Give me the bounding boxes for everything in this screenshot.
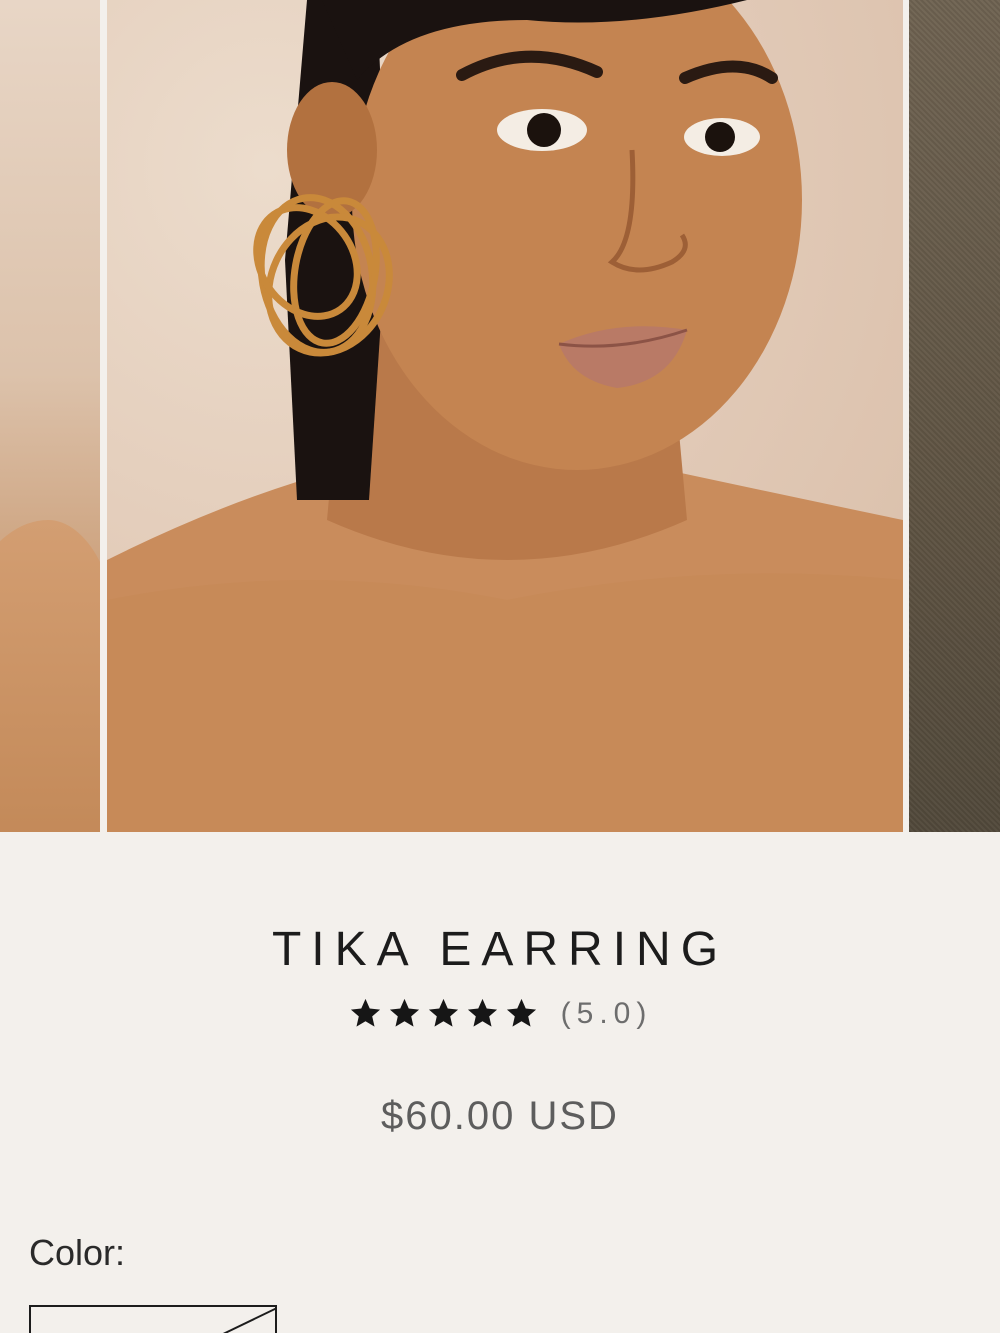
color-swatch-selected[interactable]	[29, 1305, 277, 1333]
model-shoulder-image	[0, 520, 100, 832]
product-image-gallery[interactable]	[0, 0, 1000, 832]
star-icon	[467, 998, 497, 1027]
product-rating: (5.0)	[0, 996, 1000, 1031]
model-portrait-image	[107, 0, 903, 832]
gallery-slide-next[interactable]	[909, 0, 1000, 832]
product-title: TIKA EARRING	[271, 923, 729, 976]
product-price: $60.00 USD	[381, 1094, 619, 1138]
star-icon	[350, 998, 380, 1027]
star-icon	[428, 998, 458, 1027]
product-page: TIKA EARRING (5.0) $60.00 USD Color:	[0, 0, 1000, 1333]
rating-stars[interactable]	[348, 996, 539, 1031]
gallery-slide-previous[interactable]	[0, 0, 100, 832]
star-icon	[506, 998, 536, 1027]
color-option-label: Color:	[29, 1232, 126, 1273]
swatch-diagonal-icon	[222, 1307, 275, 1333]
rating-value: (5.0)	[560, 996, 653, 1030]
star-icon	[389, 998, 419, 1027]
gallery-slide-main[interactable]	[107, 0, 903, 832]
